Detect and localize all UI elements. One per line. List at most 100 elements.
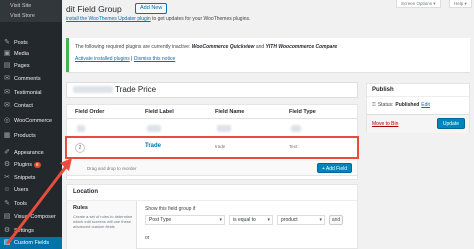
dismiss-notice-link[interactable]: Dismiss this notice — [134, 56, 175, 62]
table-row[interactable] — [67, 119, 357, 136]
updater-link[interactable]: install the WooThemes Updater plugin — [66, 16, 151, 22]
submenu-visit-site[interactable]: Visit Site — [0, 1, 62, 11]
blurred-cell — [77, 125, 85, 132]
plugins-icon: ⚙ — [3, 161, 11, 168]
contact-icon: ✉ — [4, 102, 10, 109]
sidebar-item-appearance[interactable]: ✐ Appearance — [0, 147, 62, 159]
rules-description: Create a set of rules to determine which… — [73, 214, 133, 229]
sidebar-item-plugins[interactable]: ⚙ Plugins 8 — [0, 159, 62, 171]
required-plugins-text: The following required plugins are curre… — [75, 44, 464, 50]
rule-param-select[interactable]: Post Type ▾ — [145, 215, 225, 225]
fields-header: Field Order Field Label Field Name Field… — [67, 105, 357, 119]
show-if-label: Show this field group if — [145, 206, 196, 212]
blurred-cell — [217, 125, 231, 132]
blurred-text — [73, 86, 113, 94]
help-tab[interactable]: Help ▾ — [449, 0, 472, 8]
divider — [367, 96, 469, 97]
screen-options-tab[interactable]: Screen Options ▾ — [396, 0, 441, 8]
notice-links: Activate installed plugins | Dismiss thi… — [75, 56, 464, 62]
add-new-button[interactable]: Add New — [135, 3, 168, 14]
sidebar-item-snippets[interactable]: ✂ Snippets — [0, 172, 62, 184]
sidebar-item-label: Settings — [14, 228, 34, 234]
drag-hint: Drag and drop to reorder — [87, 166, 137, 171]
sidebar-item-pages[interactable]: ▤ Pages — [0, 60, 62, 72]
sidebar-item-label: Testimonial — [14, 90, 42, 96]
rules-panel: Rules Create a set of rules to determine… — [67, 201, 137, 249]
field-label-link[interactable]: Trade — [145, 143, 161, 149]
sidebar-item-woocommerce[interactable]: ◎ WooCommerce — [0, 115, 62, 127]
rule-value-value: product — [281, 217, 298, 223]
plugin-compare: YITH Woocommerce Compare — [265, 44, 338, 50]
publish-status: ⚿ Status: Published Edit — [372, 102, 430, 108]
rules-title: Rules — [73, 205, 88, 211]
sidebar-item-label: Contact — [14, 103, 33, 109]
blurred-cell — [147, 125, 161, 132]
pages-icon: ▤ — [3, 62, 11, 69]
sidebar-item-testimonial[interactable]: ✉ Testimonial — [0, 87, 62, 99]
settings-icon: ⚙ — [3, 227, 11, 234]
fields-footer: Drag and drop to reorder + Add Field — [66, 160, 358, 176]
pin-icon: ✎ — [4, 39, 10, 46]
sidebar-item-label: Plugins — [14, 162, 33, 168]
sidebar-item-label: Users — [14, 187, 29, 193]
rule-operator-value: is equal to — [233, 217, 256, 223]
add-field-button[interactable]: + Add Field — [316, 163, 352, 173]
edit-status-link[interactable]: Edit — [421, 102, 430, 108]
sidebar-item-label: Products — [14, 133, 36, 139]
updater-notice-text: to get updates for your WooThemes plugin… — [150, 16, 251, 22]
publish-box: Publish ⚿ Status: Published Edit Move to… — [366, 83, 470, 133]
chevron-down-icon: ▾ — [219, 217, 222, 223]
field-name-value: trade — [215, 144, 226, 149]
notice-prefix: The following required plugins are curre… — [75, 44, 192, 50]
chevron-down-icon: ▾ — [267, 217, 270, 223]
users-icon: ☺ — [3, 186, 11, 193]
woocommerce-icon: ◎ — [3, 117, 11, 124]
update-button[interactable]: Update — [436, 118, 465, 129]
sidebar-item-label: Posts — [14, 40, 28, 46]
activate-plugins-link[interactable]: Activate installed plugins — [75, 56, 130, 62]
submenu-visit-store[interactable]: Visit Store — [0, 11, 62, 21]
field-order-badge: 2 — [75, 143, 85, 153]
move-to-trash-link[interactable]: Move to Bin — [372, 121, 398, 127]
custom-fields-icon: ▤ — [3, 239, 11, 246]
required-plugins-notice: The following required plugins are curre… — [66, 38, 470, 72]
comments-icon: ✉ — [4, 75, 10, 82]
header-field-name: Field Name — [215, 109, 245, 115]
rule-operator-select[interactable]: is equal to ▾ — [229, 215, 273, 225]
snippets-icon: ✂ — [4, 174, 10, 181]
sidebar-item-label: Media — [14, 51, 29, 57]
sidebar-item-label: Custom Fields — [14, 240, 50, 246]
sidebar-item-contact[interactable]: ✉ Contact — [0, 100, 62, 112]
media-icon: ▣ — [3, 50, 11, 57]
location-title: Location — [73, 189, 98, 195]
highlighted-field-row[interactable]: 2 Trade trade Text — [65, 136, 359, 159]
field-group-title-input[interactable]: Trade Price — [66, 82, 358, 98]
field-type-value: Text — [289, 144, 298, 149]
location-box: Location Rules Create a set of rules to … — [66, 184, 358, 249]
sidebar-item-comments[interactable]: ✉ Comments — [0, 73, 62, 85]
sidebar-item-users[interactable]: ☺ Users — [0, 184, 62, 196]
visual-composer-icon: ▤ — [3, 213, 11, 220]
sidebar-item-label: Appearance — [14, 150, 44, 156]
sidebar-item-products[interactable]: ▦ Products — [0, 130, 62, 142]
page-title: dit Field Group — [66, 4, 122, 14]
plugin-quickview: WooCommerce Quickview — [191, 44, 255, 50]
header-field-order: Field Order — [75, 109, 105, 115]
sidebar-item-visual-composer[interactable]: ▤ Visual Composer — [0, 211, 62, 223]
sidebar-item-settings[interactable]: ⚙ Settings — [0, 225, 62, 237]
publish-actions: Move to Bin Update — [367, 114, 469, 133]
sidebar-item-tools[interactable]: ✎ Tools — [0, 198, 62, 210]
sidebar-item-media[interactable]: ▣ Media — [0, 48, 62, 60]
sidebar-item-custom-fields[interactable]: ▤ Custom Fields — [0, 237, 62, 249]
and-button[interactable]: and — [329, 215, 343, 225]
site-submenu: Visit Site Visit Store — [0, 0, 62, 22]
field-group-title-value: Trade Price — [115, 85, 157, 94]
status-label: Status: — [377, 102, 394, 108]
updater-notice: install the WooThemes Updater plugin to … — [66, 16, 470, 22]
key-icon: ⚿ — [372, 102, 376, 108]
chevron-down-icon: ▾ — [319, 217, 322, 223]
blurred-cell — [291, 125, 301, 132]
rule-value-select[interactable]: product ▾ — [277, 215, 325, 225]
update-count-badge: 8 — [34, 162, 41, 168]
sidebar-item-label: Visual Composer — [14, 214, 56, 220]
